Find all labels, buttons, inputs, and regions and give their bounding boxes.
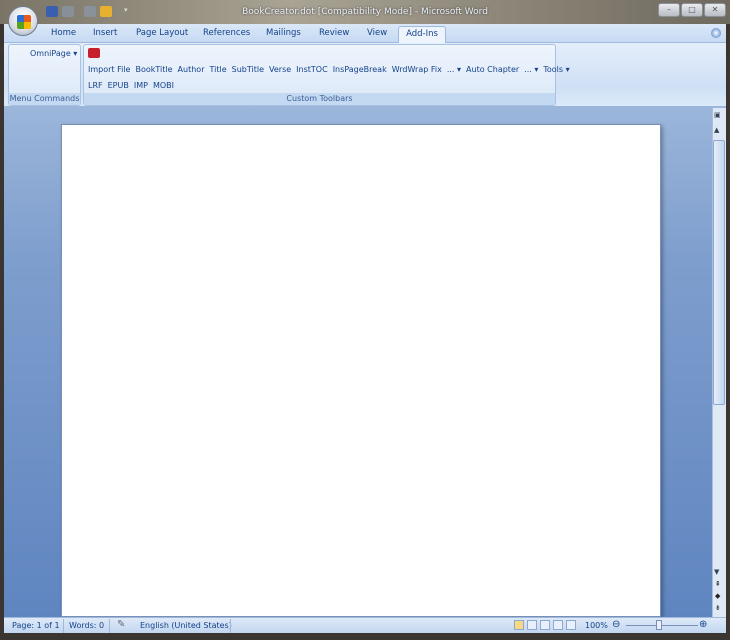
scroll-down-icon[interactable]: ▼ — [714, 568, 719, 576]
import-file-button[interactable]: Import File — [88, 65, 130, 74]
zoom-level[interactable]: 100% — [585, 621, 608, 630]
web-layout-icon[interactable] — [540, 620, 550, 630]
tab-review[interactable]: Review — [319, 28, 349, 38]
imp-button[interactable]: IMP — [134, 81, 148, 90]
scroll-up-icon[interactable]: ▲ — [714, 126, 719, 134]
tab-page-layout[interactable]: Page Layout — [136, 28, 188, 38]
group-custom-toolbars: Import File BookTitle Author Title SubTi… — [83, 44, 570, 106]
print-layout-icon[interactable] — [514, 620, 524, 630]
maximize-button[interactable]: □ — [681, 3, 703, 17]
omnipage-button[interactable]: OmniPage ▾ — [30, 49, 77, 58]
divider — [63, 619, 64, 633]
redo-icon[interactable] — [84, 6, 96, 17]
customize-qat-icon[interactable]: ▾ — [124, 6, 132, 17]
author-button[interactable]: Author — [178, 65, 205, 74]
word-count[interactable]: Words: 0 — [69, 621, 104, 630]
document-page[interactable] — [61, 124, 661, 617]
group-label: Custom Toolbars — [84, 93, 555, 105]
office-button[interactable] — [8, 6, 38, 36]
tab-insert[interactable]: Insert — [93, 28, 117, 38]
tools-dropdown[interactable]: Tools ▾ — [543, 65, 569, 74]
zoom-slider[interactable] — [626, 625, 698, 626]
lrf-button[interactable]: LRF — [88, 81, 103, 90]
tab-home[interactable]: Home — [51, 28, 76, 38]
zoom-slider-thumb[interactable] — [656, 620, 662, 630]
outline-icon[interactable] — [553, 620, 563, 630]
group-menu-commands: OmniPage ▾ Menu Commands — [8, 44, 81, 106]
undo-icon[interactable] — [62, 6, 74, 17]
epub-button[interactable]: EPUB — [108, 81, 129, 90]
scrollbar-thumb[interactable] — [713, 140, 725, 405]
tab-add-ins[interactable]: Add-Ins — [398, 26, 446, 43]
auto-chapter-button[interactable]: Auto Chapter — [466, 65, 519, 74]
full-screen-reading-icon[interactable] — [527, 620, 537, 630]
browse-object-icon[interactable]: ◆ — [715, 592, 720, 600]
zoom-in-icon[interactable]: ⊕ — [699, 619, 707, 630]
status-bar: Page: 1 of 1 Words: 0 ✎ English (United … — [4, 617, 726, 633]
insttoc-button[interactable]: InstTOC — [296, 65, 328, 74]
minimize-button[interactable]: – — [658, 3, 680, 17]
open-folder-icon[interactable] — [100, 6, 112, 17]
divider — [109, 619, 110, 633]
more-dropdown-1[interactable]: ... ▾ — [447, 65, 461, 74]
draft-icon[interactable] — [566, 620, 576, 630]
page-count[interactable]: Page: 1 of 1 — [12, 621, 60, 630]
tab-references[interactable]: References — [203, 28, 250, 38]
divider — [230, 619, 231, 633]
help-icon[interactable] — [711, 28, 721, 38]
next-page-icon[interactable]: ⇟ — [715, 604, 721, 612]
subtitle-button[interactable]: SubTitle — [232, 65, 264, 74]
close-button[interactable]: ✕ — [704, 3, 726, 17]
tab-view[interactable]: View — [367, 28, 387, 38]
group-label: Menu Commands — [9, 93, 80, 105]
zoom-out-icon[interactable]: ⊖ — [612, 619, 620, 630]
save-icon[interactable] — [46, 6, 58, 17]
more-dropdown-2[interactable]: ... ▾ — [524, 65, 538, 74]
inspagebreak-button[interactable]: InsPageBreak — [333, 65, 387, 74]
booktitle-button[interactable]: BookTitle — [135, 65, 172, 74]
verse-button[interactable]: Verse — [269, 65, 291, 74]
tab-mailings[interactable]: Mailings — [266, 28, 301, 38]
addin-logo-icon[interactable] — [88, 48, 100, 58]
previous-page-icon[interactable]: ⇞ — [715, 580, 721, 588]
mobi-button[interactable]: MOBI — [153, 81, 174, 90]
wrdwrap-fix-button[interactable]: WrdWrap Fix — [392, 65, 442, 74]
proofing-icon[interactable]: ✎ — [117, 619, 125, 630]
language-indicator[interactable]: English (United States) — [140, 621, 232, 630]
title-button[interactable]: Title — [209, 65, 226, 74]
office-logo-icon — [17, 15, 31, 29]
ruler-toggle-icon[interactable]: ▣ — [714, 111, 724, 121]
